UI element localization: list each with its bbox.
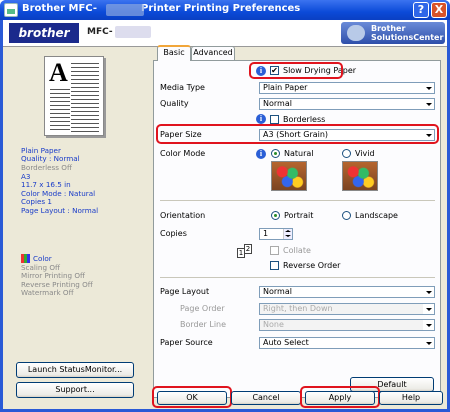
color-mode-label: Color Mode bbox=[160, 149, 206, 158]
highlight-apply bbox=[300, 386, 380, 408]
page-layout-select[interactable]: Normal bbox=[259, 286, 435, 298]
chevron-down-icon bbox=[423, 287, 434, 297]
dialog-body: brother MFC- Brother SolutionsCenter A P… bbox=[3, 20, 447, 409]
media-type-select[interactable]: Plain Paper bbox=[259, 82, 435, 94]
quality-label: Quality bbox=[160, 99, 189, 108]
info-icon[interactable]: i bbox=[256, 114, 266, 124]
media-type-label: Media Type bbox=[160, 83, 205, 92]
solutions-center-label: Brother SolutionsCenter bbox=[371, 24, 444, 42]
natural-label: Natural bbox=[284, 149, 314, 158]
divider bbox=[160, 277, 435, 278]
vivid-preview-image bbox=[342, 161, 378, 191]
color-icon bbox=[21, 254, 30, 263]
page-order-label: Page Order bbox=[180, 304, 225, 313]
paper-source-value: Auto Select bbox=[263, 338, 309, 347]
vivid-radio[interactable] bbox=[342, 149, 351, 158]
preview-letter-a: A bbox=[49, 58, 68, 87]
stepper-arrows-icon[interactable] bbox=[283, 229, 292, 239]
help-button[interactable]: Help bbox=[379, 391, 443, 405]
media-type-value: Plain Paper bbox=[263, 83, 308, 92]
blurred-model bbox=[115, 26, 151, 38]
preview-text-lines bbox=[71, 63, 99, 133]
border-line-select[interactable]: None bbox=[259, 319, 435, 331]
chevron-down-icon bbox=[423, 304, 434, 314]
orientation-label: Orientation bbox=[160, 211, 206, 220]
tab-control: Basic Advanced i ✔ Slow Drying Paper Med… bbox=[153, 45, 443, 398]
highlight-ok bbox=[152, 386, 232, 408]
copies-value: 1 bbox=[263, 229, 269, 238]
portrait-label: Portrait bbox=[284, 211, 314, 220]
brother-logo: brother bbox=[9, 23, 79, 43]
chevron-down-icon bbox=[423, 83, 434, 93]
quality-value: Normal bbox=[263, 99, 292, 108]
cancel-button[interactable]: Cancel bbox=[231, 391, 301, 405]
page-preview: A bbox=[44, 56, 104, 136]
paper-source-label: Paper Source bbox=[160, 338, 213, 347]
quality-select[interactable]: Normal bbox=[259, 98, 435, 110]
highlight-paper-size bbox=[156, 124, 439, 144]
title-prefix: Brother MFC- bbox=[22, 3, 98, 14]
reverse-order-checkbox[interactable] bbox=[270, 261, 279, 270]
summary-media: Plain Paper Quality : Normal bbox=[21, 146, 80, 164]
portrait-radio[interactable] bbox=[271, 211, 280, 220]
basic-tab-panel: i ✔ Slow Drying Paper Media Type Plain P… bbox=[153, 60, 441, 398]
chevron-down-icon bbox=[423, 99, 434, 109]
page-layout-value: Normal bbox=[263, 287, 292, 296]
info-icon[interactable]: i bbox=[256, 149, 266, 159]
help-title-button[interactable]: ? bbox=[413, 2, 429, 18]
preview-text-lines-2 bbox=[50, 89, 70, 133]
close-button[interactable]: X bbox=[431, 2, 447, 18]
reverse-order-label: Reverse Order bbox=[283, 261, 341, 270]
summary-line: Watermark Off bbox=[21, 288, 74, 298]
printer-icon bbox=[4, 3, 18, 17]
highlight-slow-drying bbox=[249, 62, 343, 79]
border-line-label: Border Line bbox=[180, 320, 227, 329]
natural-radio[interactable] bbox=[271, 149, 280, 158]
title-bar[interactable]: Brother MFC- Printer Printing Preferences… bbox=[0, 0, 450, 20]
collate-label: Collate bbox=[283, 246, 311, 255]
page-order-value: Right, then Down bbox=[263, 304, 333, 313]
copies-label: Copies bbox=[160, 229, 187, 238]
launch-status-monitor-button[interactable]: Launch StatusMonitor... bbox=[16, 362, 134, 378]
natural-preview-image bbox=[271, 161, 307, 191]
copies-stepper[interactable]: 1 bbox=[259, 228, 293, 240]
brand-header: brother MFC- Brother SolutionsCenter bbox=[3, 20, 447, 47]
title-suffix: Printer Printing Preferences bbox=[141, 3, 301, 14]
printing-preferences-window: Brother MFC- Printer Printing Preferences… bbox=[0, 0, 450, 412]
tab-basic[interactable]: Basic bbox=[157, 45, 191, 61]
page-order-select[interactable]: Right, then Down bbox=[259, 303, 435, 315]
collate-icon: 12 bbox=[237, 244, 252, 258]
chevron-down-icon bbox=[423, 320, 434, 330]
vivid-label: Vivid bbox=[355, 149, 375, 158]
page-layout-label: Page Layout bbox=[160, 287, 210, 296]
blurred-model-number bbox=[106, 4, 144, 16]
model-label: MFC- bbox=[87, 27, 113, 37]
tab-advanced[interactable]: Advanced bbox=[191, 46, 235, 60]
divider bbox=[160, 200, 435, 201]
collate-checkbox[interactable] bbox=[270, 246, 279, 255]
chevron-down-icon bbox=[423, 338, 434, 348]
border-line-value: None bbox=[263, 320, 284, 329]
window-title: Brother MFC- Printer Printing Preferences bbox=[22, 3, 300, 14]
support-button[interactable]: Support... bbox=[16, 382, 134, 398]
paper-source-select[interactable]: Auto Select bbox=[259, 337, 435, 349]
landscape-label: Landscape bbox=[355, 211, 398, 220]
globe-icon bbox=[347, 25, 365, 41]
summary-extras: Scaling Off Mirror Printing Off Reverse … bbox=[21, 263, 93, 298]
summary-paper: A3 11.7 x 16.5 in Color Mode : Natural C… bbox=[21, 172, 99, 215]
solutions-center-button[interactable]: Brother SolutionsCenter bbox=[341, 22, 445, 44]
summary-line: Page Layout : Normal bbox=[21, 205, 99, 215]
landscape-radio[interactable] bbox=[342, 211, 351, 220]
borderless-checkbox[interactable] bbox=[270, 115, 279, 124]
borderless-label: Borderless bbox=[283, 115, 326, 124]
